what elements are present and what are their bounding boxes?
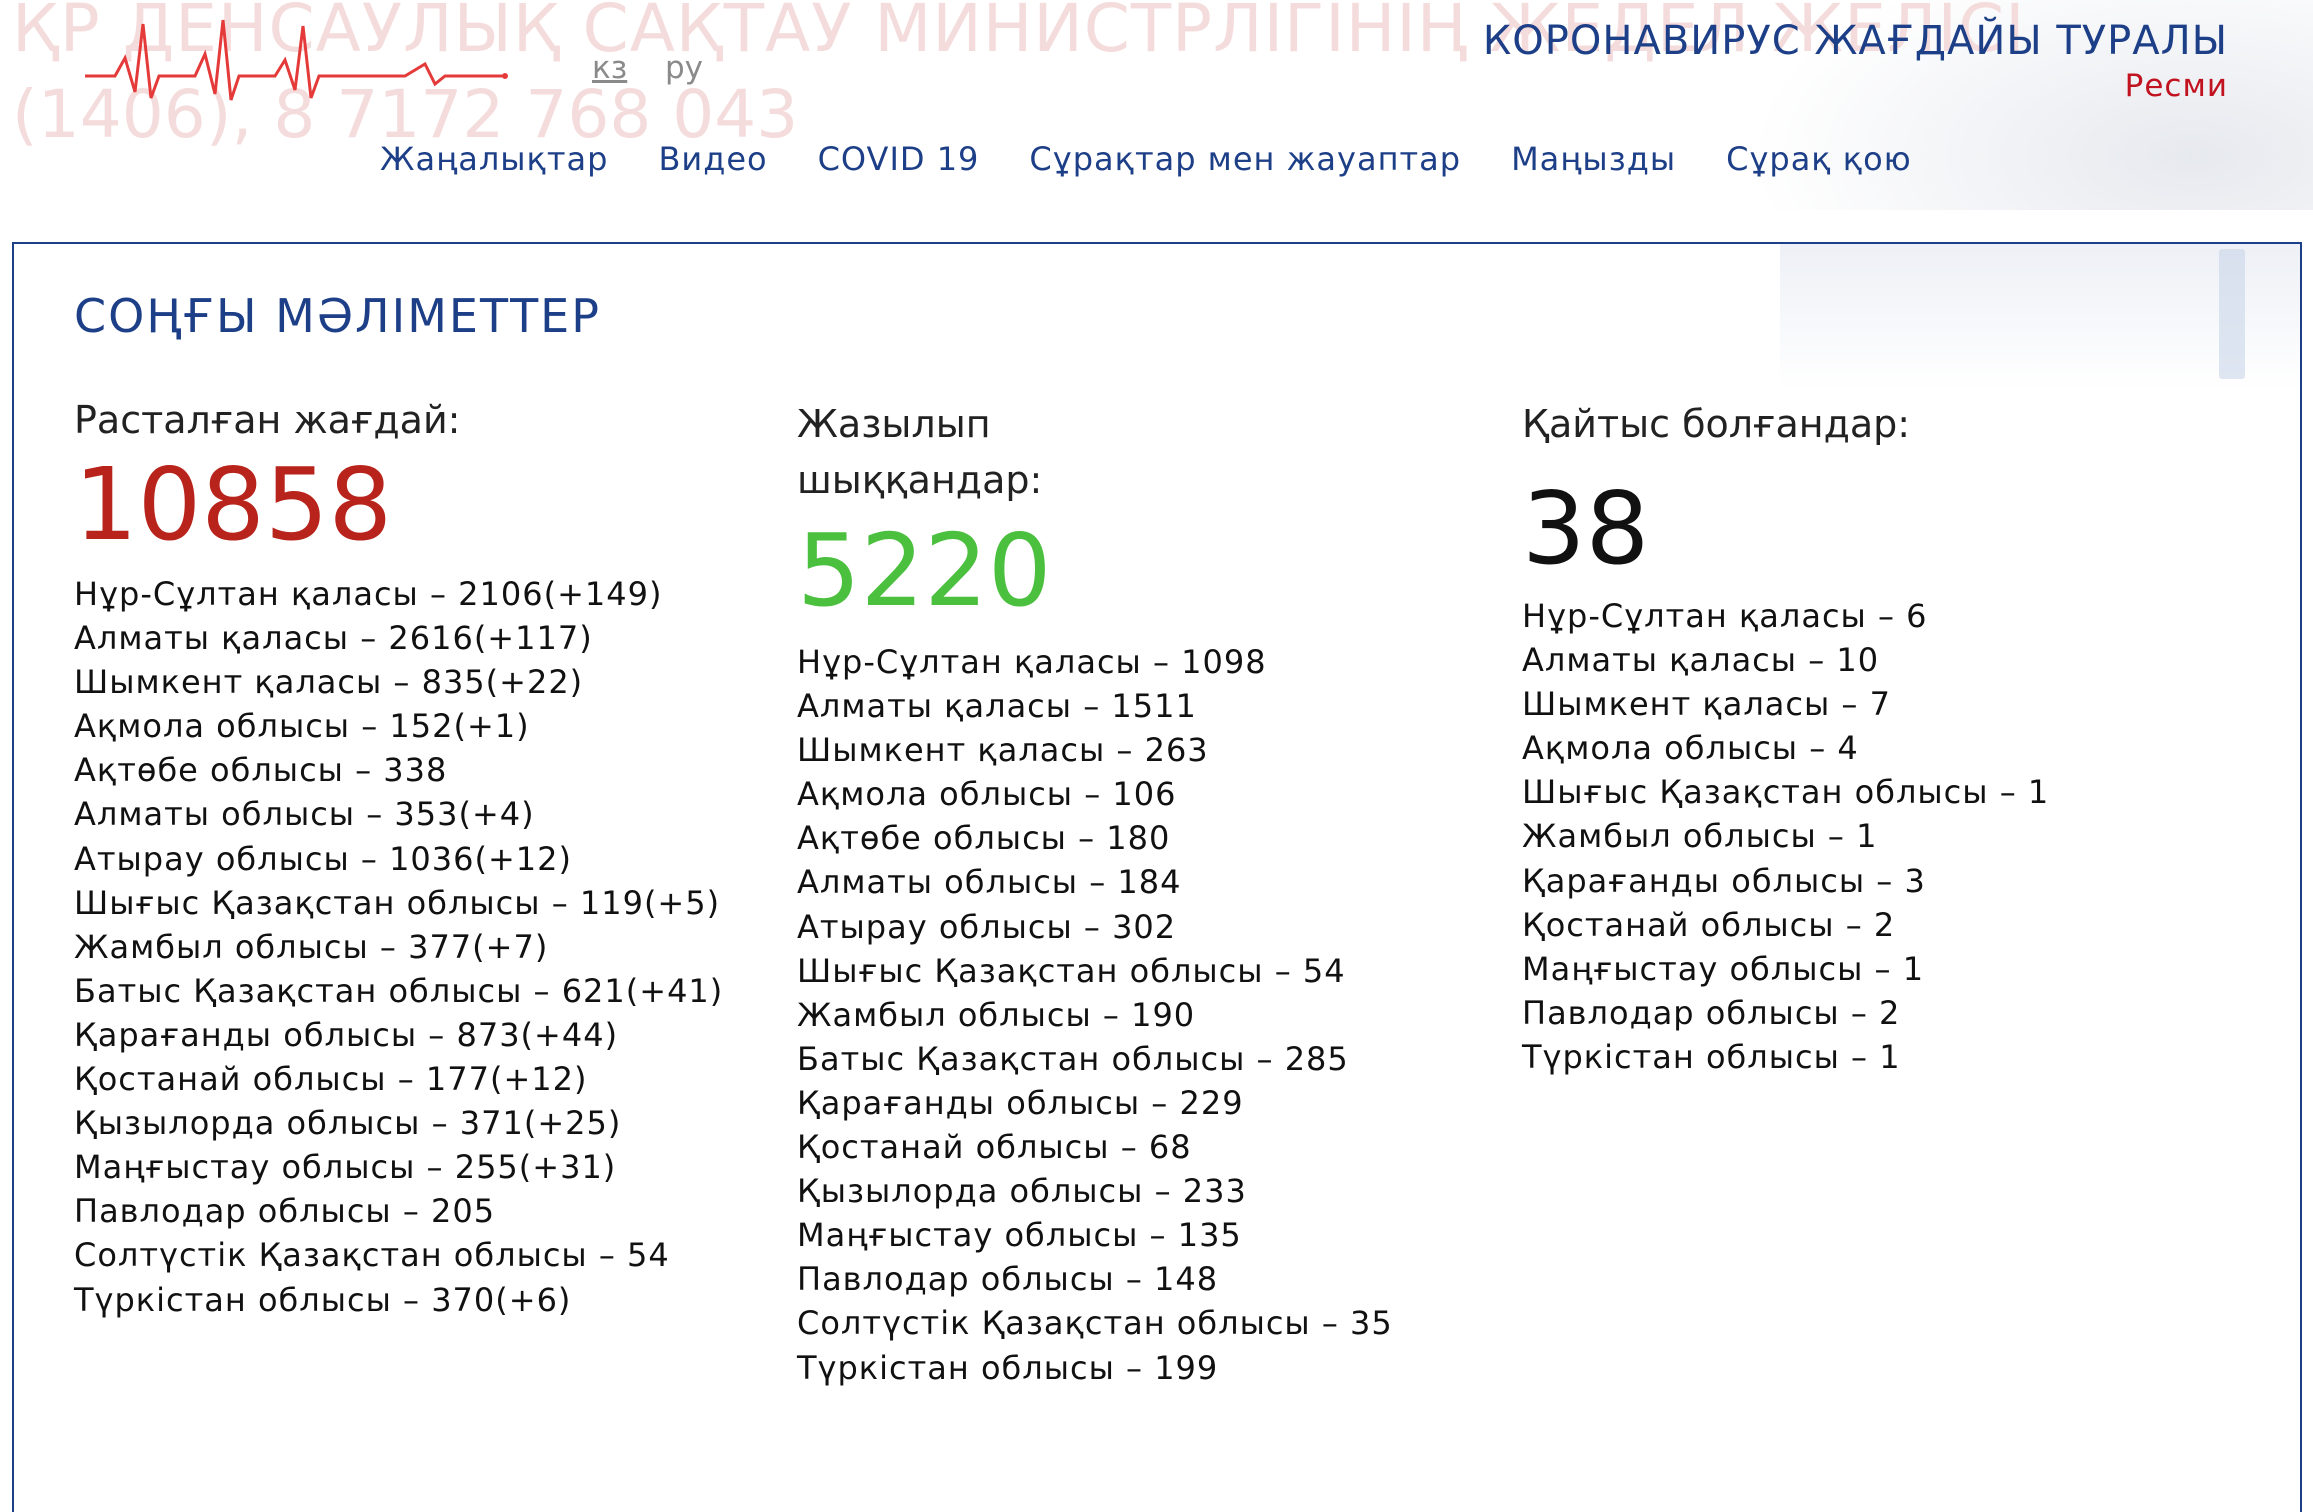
region-list-item: Қарағанды облысы – 229 (797, 1083, 1244, 1122)
region-list-item: Павлодар облысы – 148 (797, 1260, 1219, 1299)
latest-stats-panel: СОҢҒЫ МӘЛІМЕТТЕР Расталған жағдай: 10858… (12, 242, 2302, 1512)
region-list-item: Батыс Қазақстан облысы – 285 (797, 1039, 1349, 1078)
recovered-column: Жазылып шыққандар: 5220 Нұр-Сұлтан қалас… (797, 396, 1393, 1390)
region-list-item: Шығыс Қазақстан облысы – 54 (797, 951, 1346, 990)
recovered-total: 5220 (797, 512, 1052, 629)
region-list-item: Батыс Қазақстан облысы – 621(+41) (74, 971, 724, 1010)
deaths-label: Қайтыс болғандар: (1522, 402, 1911, 446)
region-list-item: Жамбыл облысы – 190 (797, 995, 1196, 1034)
panel-decoration-bar (2219, 249, 2245, 379)
region-list-item: Ақтөбе облысы – 180 (797, 819, 1171, 858)
region-list-item: Павлодар облысы – 205 (74, 1192, 496, 1231)
region-list-item: Ақмола облысы – 106 (797, 775, 1177, 814)
heartbeat-logo-icon[interactable] (85, 14, 515, 104)
region-list-item: Қостанай облысы – 68 (797, 1128, 1192, 1167)
main-nav: Жаңалықтар Видео COVID 19 Сұрақтар мен ж… (380, 140, 1912, 178)
nav-item-important[interactable]: Маңызды (1511, 140, 1676, 178)
region-list-item: Жамбыл облысы – 377(+7) (74, 927, 549, 966)
region-list-item: Атырау облысы – 1036(+12) (74, 839, 572, 878)
recovered-label-line1: Жазылып (797, 402, 991, 446)
region-list-item: Маңғыстау облысы – 1 (1522, 949, 1925, 988)
region-list-item: Алматы қаласы – 1511 (797, 687, 1197, 726)
region-list-item: Нұр-Сұлтан қаласы – 2106(+149) (74, 575, 663, 613)
region-list-item: Ақмола облысы – 4 (1522, 729, 1859, 768)
confirmed-region-list: Нұр-Сұлтан қаласы – 2106(+149) Алматы қал… (74, 572, 723, 1322)
region-list-item: Атырау облысы – 302 (797, 907, 1177, 946)
region-list-item: Шығыс Қазақстан облысы – 119(+5) (74, 883, 721, 922)
region-list-item: Алматы қаласы – 2616(+117) (74, 619, 593, 658)
region-list-item: Нұр-Сұлтан қаласы – 1098 (797, 643, 1267, 681)
region-list-item: Түркістан облысы – 1 (1522, 1037, 1901, 1076)
region-list-item: Шымкент қаласы – 263 (797, 731, 1209, 770)
confirmed-label: Расталған жағдай: (74, 398, 461, 442)
deaths-total: 38 (1522, 470, 1650, 587)
region-list-item: Алматы қаласы – 10 (1522, 641, 1880, 680)
deaths-column: Қайтыс болғандар: 38 Нұр-Сұлтан қаласы –… (1522, 396, 2049, 1079)
nav-item-video[interactable]: Видео (658, 140, 767, 178)
region-list-item: Солтүстік Қазақстан облысы – 54 (74, 1236, 670, 1275)
region-list-item: Қостанай облысы – 177(+12) (74, 1060, 588, 1099)
region-list-item: Қарағанды облысы – 3 (1522, 861, 1926, 900)
language-ru-link[interactable]: ру (665, 50, 703, 86)
region-list-item: Маңғыстау облысы – 255(+31) (74, 1148, 617, 1187)
stats-title: СОҢҒЫ МӘЛІМЕТТЕР (74, 289, 601, 343)
region-list-item: Маңғыстау облысы – 135 (797, 1216, 1242, 1255)
region-list-item: Қызылорда облысы – 233 (797, 1172, 1247, 1211)
deaths-region-list: Нұр-Сұлтан қаласы – 6 Алматы қаласы – 10 Ш… (1522, 594, 2049, 1079)
nav-item-covid19[interactable]: COVID 19 (818, 140, 980, 178)
region-list-item: Қарағанды облысы – 873(+44) (74, 1015, 619, 1054)
language-kz-link[interactable]: кз (592, 50, 627, 86)
site-subtitle: Ресми (2124, 68, 2228, 104)
nav-item-news[interactable]: Жаңалықтар (380, 140, 608, 178)
region-list-item: Алматы облысы – 184 (797, 863, 1182, 902)
site-title[interactable]: КОРОНАВИРУС ЖАҒДАЙЫ ТУРАЛЫ (1483, 18, 2228, 64)
region-list-item: Ақмола облысы – 152(+1) (74, 707, 530, 746)
region-list-item: Жамбыл облысы – 1 (1522, 817, 1878, 856)
confirmed-column: Расталған жағдай: 10858 Нұр-Сұлтан қалас… (74, 392, 723, 1322)
region-list-item: Шымкент қаласы – 7 (1522, 685, 1891, 724)
region-list-item: Солтүстік Қазақстан облысы – 35 (797, 1304, 1393, 1343)
region-list-item: Түркістан облысы – 199 (797, 1348, 1219, 1387)
region-list-item: Ақтөбе облысы – 338 (74, 751, 448, 790)
confirmed-total: 10858 (74, 446, 393, 563)
site-header: ҚР ДЕНСАУЛЫҚ САҚТАУ МИНИСТРЛІГІНІҢ ЖЕДЕЛ… (0, 0, 2313, 210)
region-list-item: Нұр-Сұлтан қаласы – 6 (1522, 597, 1928, 635)
region-list-item: Түркістан облысы – 370(+6) (74, 1280, 572, 1319)
region-list-item: Алматы облысы – 353(+4) (74, 795, 535, 834)
region-list-item: Қостанай облысы – 2 (1522, 905, 1896, 944)
region-list-item: Шығыс Қазақстан облысы – 1 (1522, 773, 2050, 812)
recovered-label-line2: шыққандар: (797, 458, 1043, 502)
region-list-item: Шымкент қаласы – 835(+22) (74, 663, 584, 702)
region-list-item: Павлодар облысы – 2 (1522, 993, 1901, 1032)
nav-item-faq[interactable]: Сұрақтар мен жауаптар (1029, 140, 1461, 178)
region-list-item: Қызылорда облысы – 371(+25) (74, 1104, 622, 1143)
recovered-region-list: Нұр-Сұлтан қаласы – 1098 Алматы қаласы – … (797, 640, 1393, 1390)
nav-item-ask-question[interactable]: Сұрақ қою (1726, 140, 1912, 178)
